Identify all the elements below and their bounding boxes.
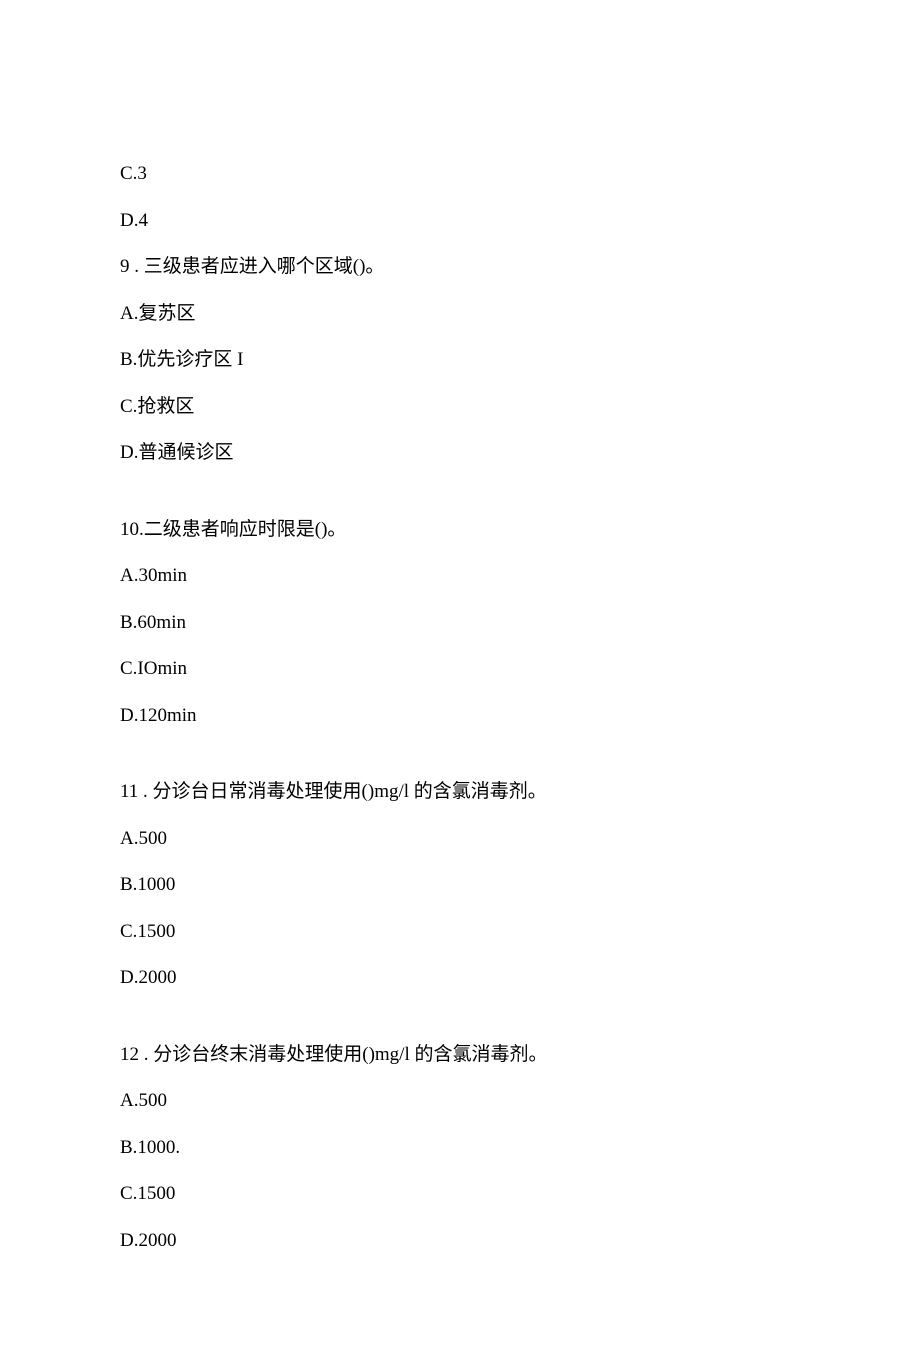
option-c: C.3: [120, 160, 800, 189]
q11-option-c: C.1500: [120, 918, 800, 947]
spacer: [120, 748, 800, 778]
spacer: [120, 486, 800, 516]
q9-option-b: B.优先诊疗区 I: [120, 346, 800, 375]
spacer: [120, 1011, 800, 1041]
q10-option-d: D.120min: [120, 702, 800, 731]
question-12: 12 . 分诊台终末消毒处理使用()mg/l 的含氯消毒剂。: [120, 1041, 800, 1070]
question-9: 9 . 三级患者应进入哪个区域()。: [120, 253, 800, 282]
q10-option-a: A.30min: [120, 562, 800, 591]
q12-option-d: D.2000: [120, 1227, 800, 1256]
q10-option-b: B.60min: [120, 609, 800, 638]
q12-option-b: B.1000.: [120, 1134, 800, 1163]
document-page: C.3 D.4 9 . 三级患者应进入哪个区域()。 A.复苏区 B.优先诊疗区…: [0, 0, 920, 1353]
q11-option-a: A.500: [120, 825, 800, 854]
q10-option-c: C.IOmin: [120, 655, 800, 684]
q12-option-a: A.500: [120, 1087, 800, 1116]
question-11: 11 . 分诊台日常消毒处理使用()mg/l 的含氯消毒剂。: [120, 778, 800, 807]
q11-option-b: B.1000: [120, 871, 800, 900]
q9-option-a: A.复苏区: [120, 300, 800, 329]
q9-option-d: D.普通候诊区: [120, 439, 800, 468]
q11-option-d: D.2000: [120, 964, 800, 993]
q12-option-c: C.1500: [120, 1180, 800, 1209]
option-d: D.4: [120, 207, 800, 236]
q9-option-c: C.抢救区: [120, 393, 800, 422]
question-10: 10.二级患者响应时限是()。: [120, 516, 800, 545]
